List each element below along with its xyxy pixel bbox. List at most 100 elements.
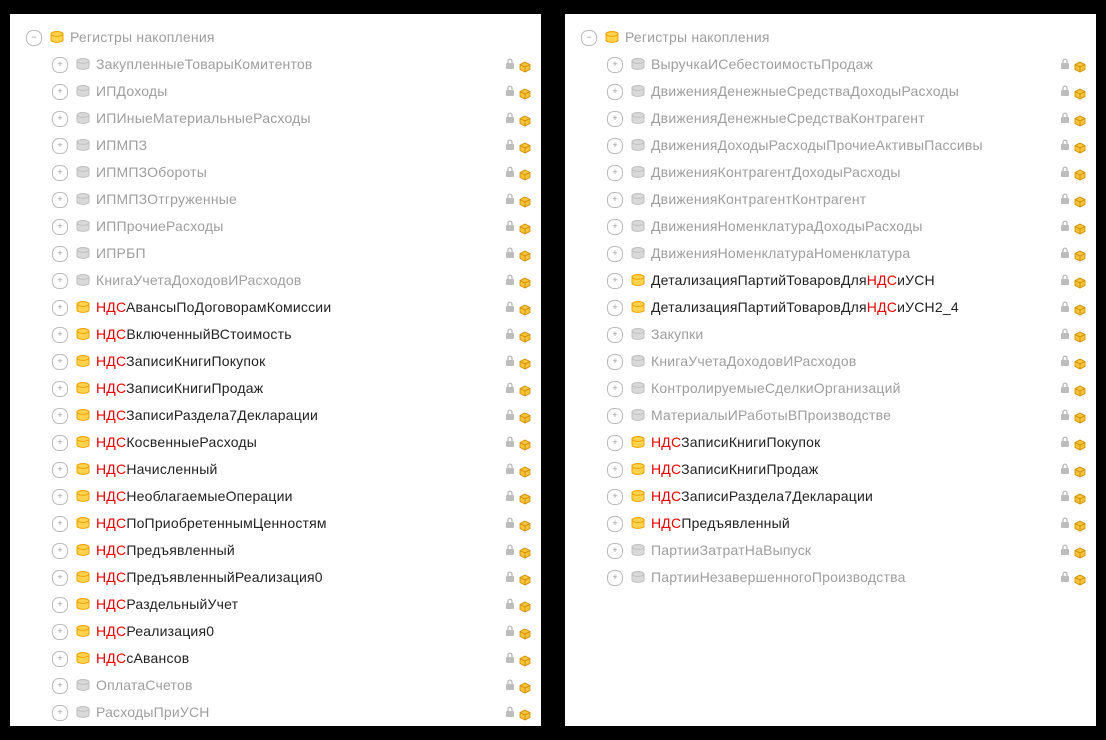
tree-item[interactable]: + НДСПредъявленный <box>14 537 537 564</box>
tree-header[interactable]: − Регистры накопления <box>14 24 537 51</box>
tree-item[interactable]: + КонтролируемыеСделкиОрганизаций <box>569 375 1092 402</box>
tree-item[interactable]: + ДетализацияПартийТоваровДляНДСиУСН2_4 <box>569 294 1092 321</box>
expand-icon[interactable]: + <box>52 624 68 640</box>
tree-item[interactable]: + НДСПредъявленныйРеализация0 <box>14 564 537 591</box>
expand-icon[interactable]: + <box>52 408 68 424</box>
expand-icon[interactable]: + <box>52 165 68 181</box>
tree-item[interactable]: + ДвиженияДенежныеСредстваКонтрагент <box>569 105 1092 132</box>
expand-icon[interactable]: + <box>52 516 68 532</box>
tree-item[interactable]: + НДСАвансыПоДоговорамКомиссии <box>14 294 537 321</box>
expand-icon[interactable]: + <box>607 543 623 559</box>
tree-item[interactable]: + ЗакупленныеТоварыКомитентов <box>14 51 537 78</box>
tree-item-label: НДСВключенныйВСтоимость <box>96 321 292 348</box>
tree-item[interactable]: + ДвиженияДенежныеСредстваДоходыРасходы <box>569 78 1092 105</box>
expand-icon[interactable]: + <box>607 327 623 343</box>
tree-item[interactable]: + НДСЗаписиКнигиПокупок <box>569 429 1092 456</box>
expand-icon[interactable]: + <box>607 489 623 505</box>
expand-icon[interactable]: + <box>607 435 623 451</box>
expand-icon[interactable]: + <box>607 462 623 478</box>
expand-icon[interactable]: + <box>607 381 623 397</box>
tree-item[interactable]: + НДСЗаписиРаздела7Декларации <box>14 402 537 429</box>
tree-item[interactable]: + ИППрочиеРасходы <box>14 213 537 240</box>
expand-icon[interactable]: + <box>607 219 623 235</box>
tree-item[interactable]: + Закупки <box>569 321 1092 348</box>
tree-item[interactable]: + ИПМПЗОтгруженные <box>14 186 537 213</box>
lock-icon <box>1060 490 1070 502</box>
tree-item-label: ДвиженияКонтрагентДоходыРасходы <box>651 159 901 186</box>
tree-item[interactable]: + НДСЗаписиКнигиПокупок <box>14 348 537 375</box>
expand-icon[interactable]: + <box>607 570 623 586</box>
expand-icon[interactable]: + <box>52 435 68 451</box>
tree-item[interactable]: + ОплатаСчетов <box>14 672 537 699</box>
tree-item[interactable]: + НДСНачисленный <box>14 456 537 483</box>
expand-icon[interactable]: + <box>52 57 68 73</box>
tree-item[interactable]: + НДСсАвансов <box>14 645 537 672</box>
tree-item[interactable]: + НДСЗаписиКнигиПродаж <box>14 375 537 402</box>
collapse-icon[interactable]: − <box>26 30 42 46</box>
expand-icon[interactable]: + <box>607 273 623 289</box>
expand-icon[interactable]: + <box>52 219 68 235</box>
tree-item[interactable]: + НДСКосвенныеРасходы <box>14 429 537 456</box>
expand-icon[interactable]: + <box>52 462 68 478</box>
expand-icon[interactable]: + <box>607 192 623 208</box>
tree-item[interactable]: + НДСВключенныйВСтоимость <box>14 321 537 348</box>
expand-icon[interactable]: + <box>607 354 623 370</box>
expand-icon[interactable]: + <box>52 489 68 505</box>
tree-header[interactable]: − Регистры накопления <box>569 24 1092 51</box>
expand-icon[interactable]: + <box>52 651 68 667</box>
tree-item[interactable]: + ИПМПЗ <box>14 132 537 159</box>
expand-icon[interactable]: + <box>607 57 623 73</box>
cube-icon <box>1074 439 1086 451</box>
expand-icon[interactable]: + <box>607 165 623 181</box>
cube-icon <box>1074 466 1086 478</box>
expand-icon[interactable]: + <box>52 273 68 289</box>
tree-item[interactable]: + ИПРБП <box>14 240 537 267</box>
expand-icon[interactable]: + <box>52 84 68 100</box>
tree-item[interactable]: + КнигаУчетаДоходовИРасходов <box>569 348 1092 375</box>
expand-icon[interactable]: + <box>52 192 68 208</box>
tree-item[interactable]: + ИПИныеМатериальныеРасходы <box>14 105 537 132</box>
expand-icon[interactable]: + <box>52 327 68 343</box>
register-icon <box>74 650 92 668</box>
expand-icon[interactable]: + <box>52 597 68 613</box>
expand-icon[interactable]: + <box>52 300 68 316</box>
tree-item[interactable]: + НДСПредъявленный <box>569 510 1092 537</box>
expand-icon[interactable]: + <box>52 111 68 127</box>
expand-icon[interactable]: + <box>607 84 623 100</box>
expand-icon[interactable]: + <box>52 678 68 694</box>
expand-icon[interactable]: + <box>607 300 623 316</box>
tree-item[interactable]: + ИПМПЗОбороты <box>14 159 537 186</box>
tree-item[interactable]: + ПартииЗатратНаВыпуск <box>569 537 1092 564</box>
tree-item[interactable]: + МатериалыИРаботыВПроизводстве <box>569 402 1092 429</box>
tree-item[interactable]: + ДвиженияКонтрагентКонтрагент <box>569 186 1092 213</box>
tree-item[interactable]: + ДвиженияКонтрагентДоходыРасходы <box>569 159 1092 186</box>
tree-item[interactable]: + НДСЗаписиКнигиПродаж <box>569 456 1092 483</box>
tree-item[interactable]: + КнигаУчетаДоходовИРасходов <box>14 267 537 294</box>
expand-icon[interactable]: + <box>607 516 623 532</box>
tree-item[interactable]: + НДСНеоблагаемыеОперации <box>14 483 537 510</box>
tree-item[interactable]: + НДСПоПриобретеннымЦенностям <box>14 510 537 537</box>
expand-icon[interactable]: + <box>52 138 68 154</box>
expand-icon[interactable]: + <box>52 381 68 397</box>
tree-item[interactable]: + ПартииНезавершенногоПроизводства <box>569 564 1092 591</box>
expand-icon[interactable]: + <box>607 408 623 424</box>
expand-icon[interactable]: + <box>607 138 623 154</box>
expand-icon[interactable]: + <box>52 570 68 586</box>
expand-icon[interactable]: + <box>52 705 68 721</box>
tree-item[interactable]: + ДвиженияНоменклатураДоходыРасходы <box>569 213 1092 240</box>
expand-icon[interactable]: + <box>52 354 68 370</box>
expand-icon[interactable]: + <box>607 246 623 262</box>
tree-item[interactable]: + НДСРеализация0 <box>14 618 537 645</box>
tree-item[interactable]: + НДСРаздельныйУчет <box>14 591 537 618</box>
tree-item[interactable]: + ИПДоходы <box>14 78 537 105</box>
tree-item[interactable]: + ДетализацияПартийТоваровДляНДСиУСН <box>569 267 1092 294</box>
expand-icon[interactable]: + <box>607 111 623 127</box>
expand-icon[interactable]: + <box>52 246 68 262</box>
tree-item[interactable]: + РасходыПриУСН <box>14 699 537 726</box>
tree-item[interactable]: + ДвиженияДоходыРасходыПрочиеАктивыПасси… <box>569 132 1092 159</box>
tree-item[interactable]: + НДСЗаписиРаздела7Декларации <box>569 483 1092 510</box>
tree-item[interactable]: + ДвиженияНоменклатураНоменклатура <box>569 240 1092 267</box>
expand-icon[interactable]: + <box>52 543 68 559</box>
tree-item[interactable]: + ВыручкаИСебестоимостьПродаж <box>569 51 1092 78</box>
collapse-icon[interactable]: − <box>581 30 597 46</box>
